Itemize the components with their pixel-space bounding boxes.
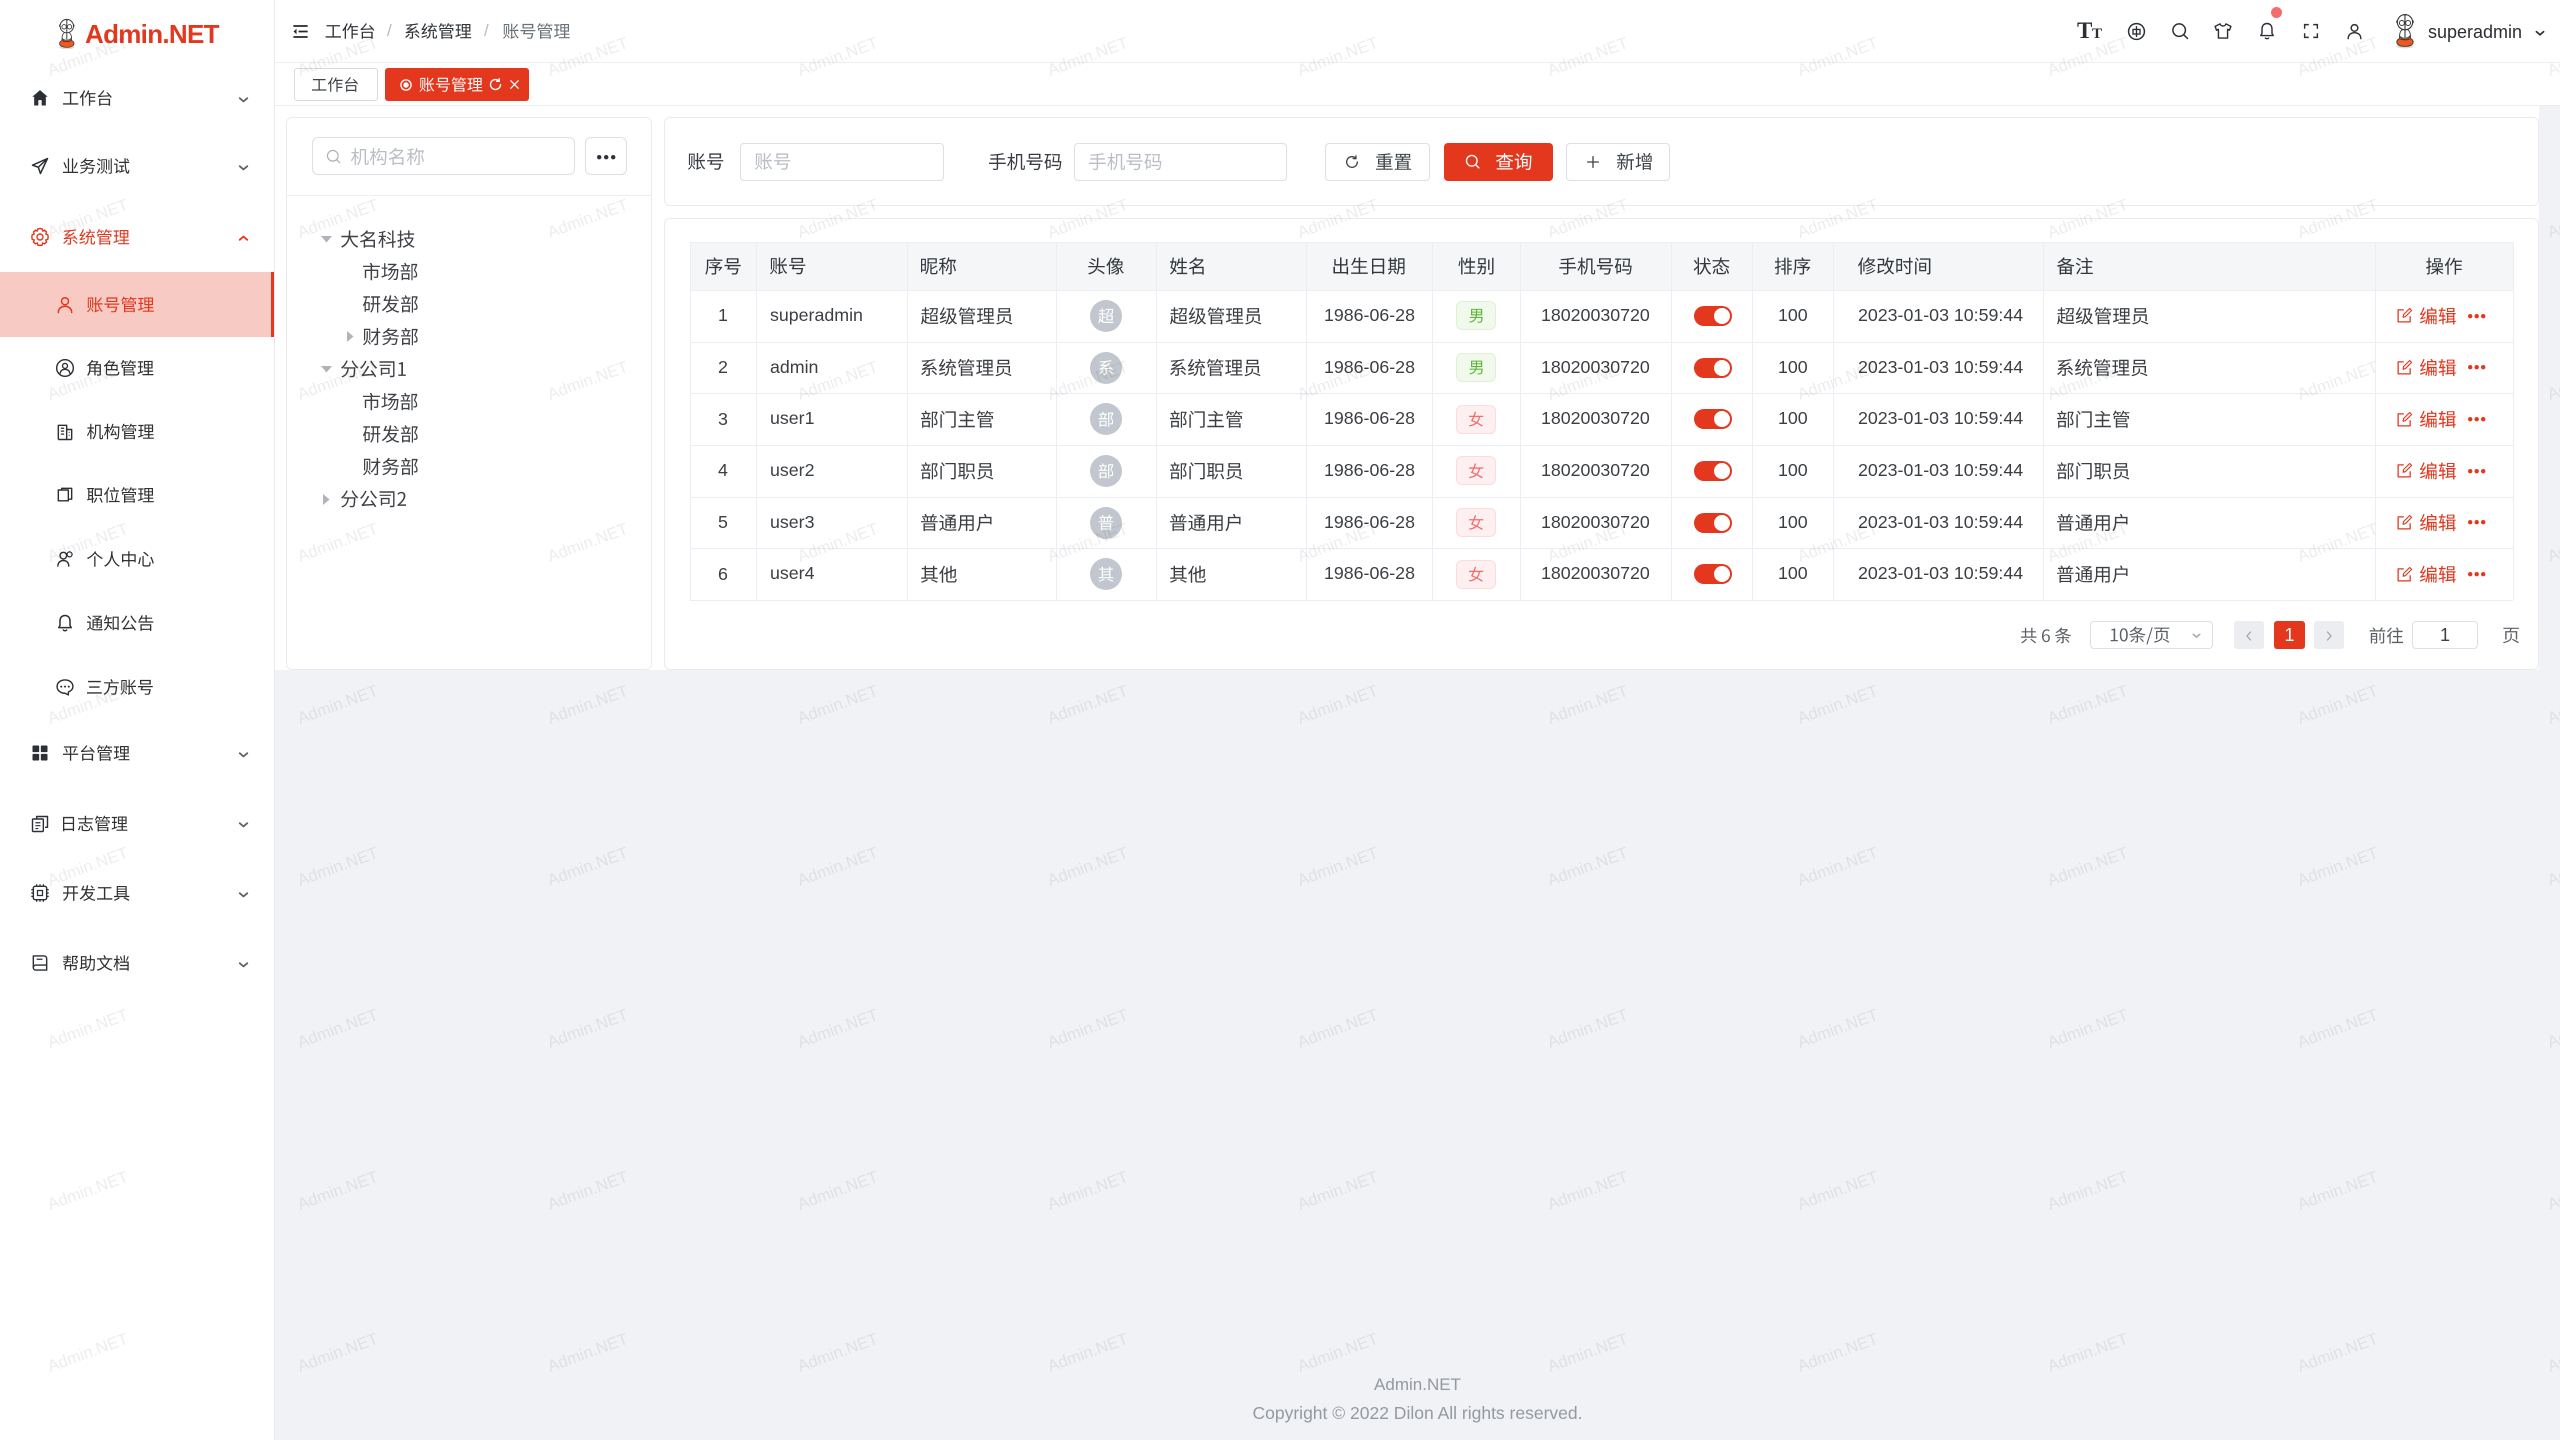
svg-text:T: T (2092, 26, 2102, 42)
svg-text:T: T (2077, 19, 2092, 43)
